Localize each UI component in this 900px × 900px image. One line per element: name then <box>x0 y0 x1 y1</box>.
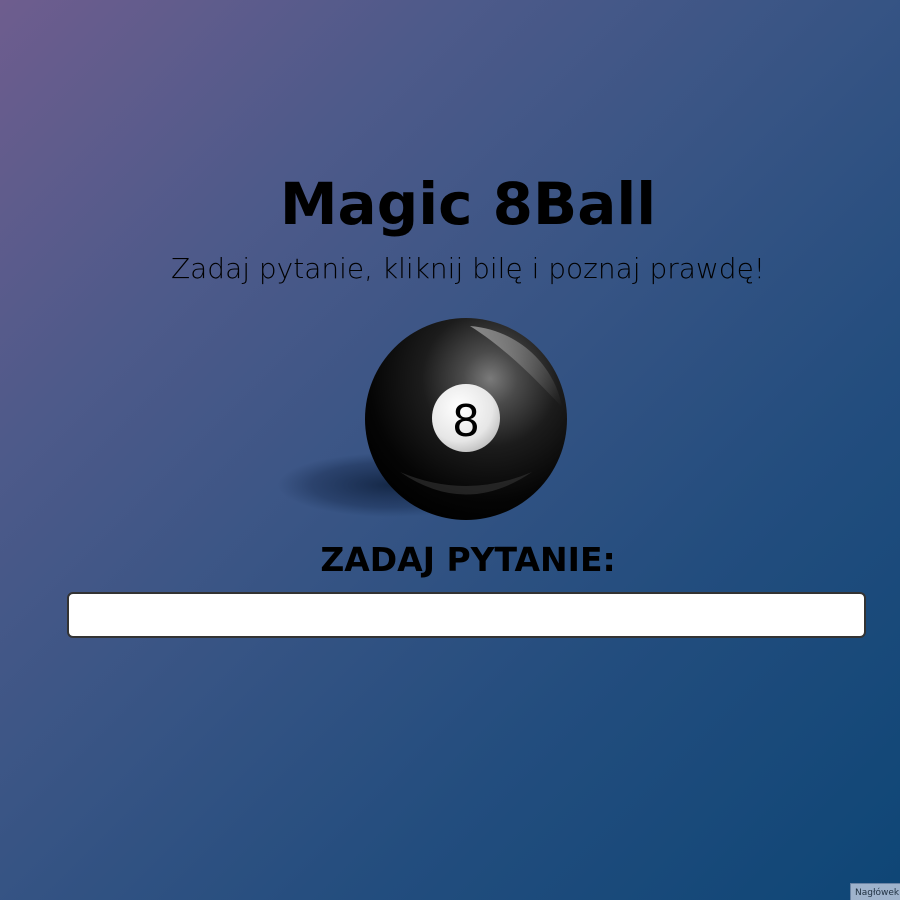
corner-tab[interactable]: Nagłówek <box>850 883 900 900</box>
page-title: Magic 8Ball <box>279 170 657 238</box>
question-label: ZADAJ PYTANIE: <box>320 540 616 579</box>
question-input[interactable] <box>67 592 866 638</box>
magic-8-ball-icon: 8 <box>278 318 567 520</box>
page-subtitle: Zadaj pytanie, kliknij bilę i poznaj pra… <box>170 252 766 285</box>
ball-number: 8 <box>452 396 480 447</box>
magic-8-ball[interactable]: 8 <box>270 312 580 527</box>
